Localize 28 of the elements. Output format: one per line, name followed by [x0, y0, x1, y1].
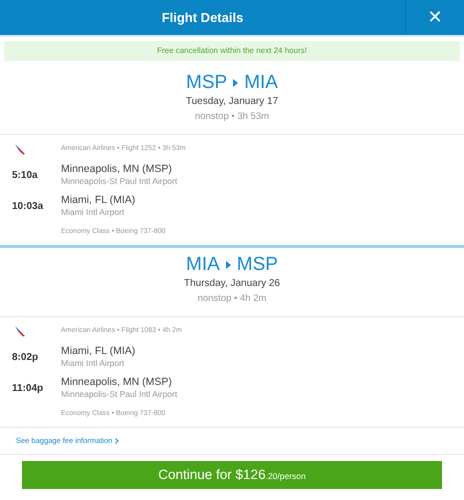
city-name: Miami, FL (MIA): [61, 193, 136, 207]
airport-name: Minneapolis-St Paul Intl Airport: [61, 389, 178, 400]
departure-time: 5:10a: [12, 170, 38, 181]
continue-button[interactable]: Continue for $126.20/person: [22, 461, 442, 489]
chevron-icon: [115, 438, 120, 444]
airline-logo-icon: [15, 144, 26, 155]
trip-summary: nonstop • 4h 2m: [198, 292, 266, 306]
cancellation-banner: Free cancellation within the next 24 hours!: [4, 41, 460, 61]
airport-name: Miami Intl Airport: [61, 207, 126, 218]
window-title: Flight Details: [162, 8, 244, 27]
departure-time: 8:02p: [12, 352, 38, 363]
origin-code: MIA: [186, 253, 220, 277]
destination-code: MIA: [244, 71, 278, 95]
arrow-icon: [226, 261, 231, 269]
destination-code: MSP: [236, 253, 278, 277]
trip-date: Thursday, January 26: [184, 277, 280, 291]
trip-date: Tuesday, January 17: [186, 95, 278, 109]
origin-code: MSP: [186, 71, 228, 95]
city-name: Minneapolis, MN (MSP): [61, 162, 173, 176]
arrow-icon: [233, 79, 238, 87]
city-name: Miami, FL (MIA): [61, 344, 136, 358]
airport-name: Minneapolis-St Paul Intl Airport: [61, 176, 178, 187]
departure-time: 10:03a: [12, 201, 44, 212]
city-name: Minneapolis, MN (MSP): [61, 375, 173, 389]
airline-logo-icon: [15, 326, 26, 337]
airport-name: Miami Intl Airport: [61, 358, 126, 369]
trip-summary: nonstop • 3h 53m: [194, 110, 270, 124]
departure-time: 11:04p: [12, 383, 44, 394]
